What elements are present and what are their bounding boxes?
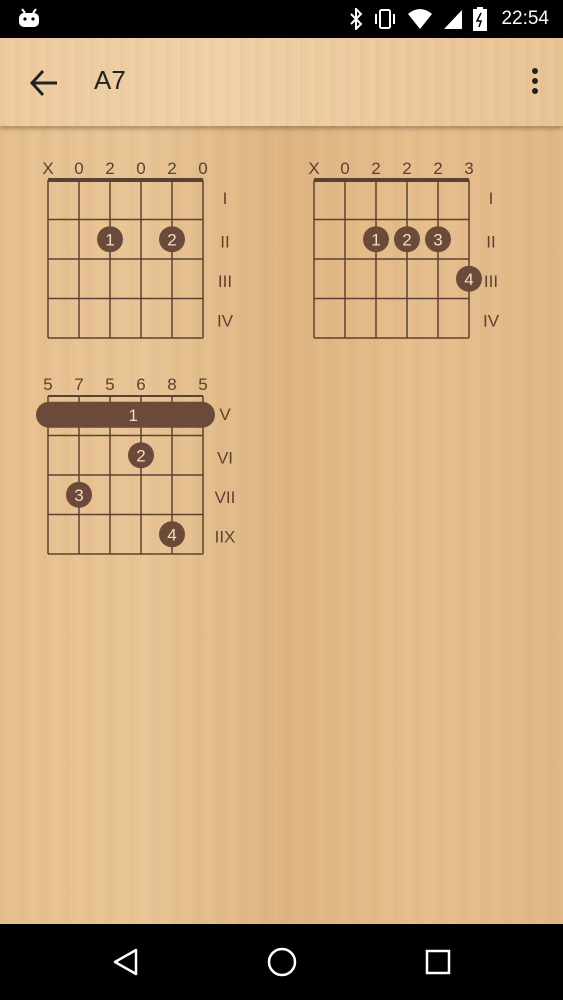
chord-diagram-2: X 0 2 2 2 3IIIIIIIV1 2 34 [308, 159, 500, 339]
string-label: 3 [464, 159, 473, 178]
fret-label: V [219, 405, 231, 424]
finger-label: 1 [371, 230, 380, 249]
finger-label: 2 [167, 230, 176, 249]
finger-label: 4 [464, 270, 473, 289]
string-label: 5 [105, 375, 114, 394]
string-label: 5 [43, 375, 52, 394]
app-bar: A7 [0, 38, 563, 126]
barre-finger-label: 1 [129, 406, 138, 425]
signal-icon [444, 10, 463, 29]
overflow-menu-icon[interactable] [527, 66, 543, 98]
string-label: X [42, 159, 53, 178]
page-title: A7 [94, 65, 126, 95]
navigation-bar [0, 924, 563, 1000]
barre-bar [36, 401, 215, 428]
status-bar: 22:54 [0, 0, 563, 38]
string-label: 6 [136, 375, 145, 394]
chord-diagram-3: 5 7 5 6 8 5VVIVIIIIX1234 [36, 375, 236, 555]
wifi-icon [408, 9, 433, 29]
status-time: 22:54 [501, 8, 549, 29]
fret-label: IIX [215, 527, 236, 546]
chord-diagram-1: X 0 2 0 2 0IIIIIIIV1 2 [42, 159, 234, 339]
string-label: 2 [105, 159, 114, 178]
fret-label: IV [217, 311, 234, 330]
back-triangle-icon[interactable] [106, 942, 146, 982]
string-label: 5 [198, 375, 207, 394]
string-label: 7 [74, 375, 83, 394]
fret-label: III [484, 272, 498, 291]
string-label: 2 [402, 159, 411, 178]
fret-label: III [218, 272, 232, 291]
bluetooth-icon [350, 8, 363, 30]
finger-label: 2 [136, 446, 145, 465]
string-label: 0 [136, 159, 145, 178]
fret-label: I [489, 189, 494, 208]
string-label: 2 [433, 159, 442, 178]
vibrate-icon [375, 9, 396, 29]
string-label: 8 [167, 375, 176, 394]
string-label: 2 [167, 159, 176, 178]
fret-label: VII [215, 488, 236, 507]
home-circle-icon[interactable] [262, 942, 302, 982]
finger-label: 4 [167, 525, 176, 544]
string-label: 0 [340, 159, 349, 178]
back-arrow-icon[interactable] [24, 63, 64, 103]
battery-icon [473, 7, 488, 31]
fret-label: I [223, 189, 228, 208]
fret-label: IV [483, 311, 500, 330]
string-label: 0 [198, 159, 207, 178]
finger-label: 3 [74, 486, 83, 505]
finger-label: 2 [402, 230, 411, 249]
finger-label: 3 [433, 230, 442, 249]
fret-label: VI [217, 448, 233, 467]
fret-label: II [220, 232, 229, 251]
finger-label: 1 [105, 230, 114, 249]
string-label: X [308, 159, 319, 178]
android-icon [19, 8, 39, 27]
recents-square-icon[interactable] [418, 942, 458, 982]
string-label: 0 [74, 159, 83, 178]
string-label: 2 [371, 159, 380, 178]
fret-label: II [486, 232, 495, 251]
